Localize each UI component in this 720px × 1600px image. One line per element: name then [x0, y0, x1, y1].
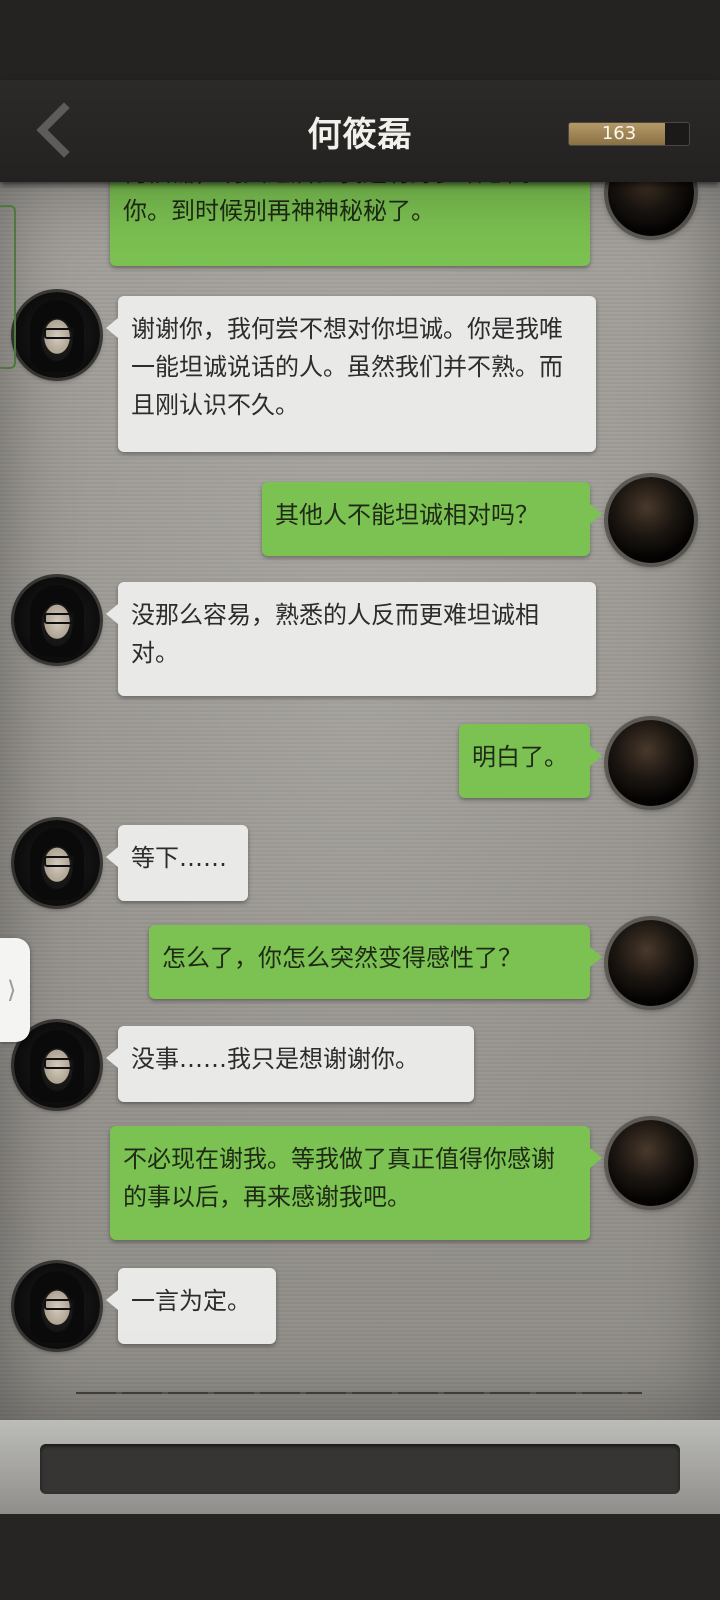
edge-panel-frame [0, 205, 16, 369]
message-bubble-npc: 一言为定。 [106, 1268, 276, 1344]
message-bubble-npc: 没那么容易，熟悉的人反而更难坦诚相对。 [106, 582, 596, 696]
chevron-right-icon: ⟩ [7, 976, 17, 1004]
player-avatar[interactable] [608, 920, 694, 1006]
chat-header: 何筱磊 163 [0, 80, 720, 182]
counter-value: 163 [601, 123, 637, 144]
message-text: 明白了。 [472, 743, 568, 771]
side-drawer-tab[interactable]: ⟩ [0, 938, 30, 1042]
message-bubble-player: 怎么了，你怎么突然变得感性了？ [149, 925, 602, 999]
message-text: 怎么了，你怎么突然变得感性了？ [162, 944, 522, 972]
message-text: 谢谢你，我何尝不想对你坦诚。你是我唯一能坦诚说话的人。虽然我们并不熟。而且刚认识… [131, 315, 563, 419]
bottom-nav-bar [0, 1514, 720, 1600]
affinity-counter: 163 [568, 122, 690, 146]
player-avatar[interactable] [608, 720, 694, 806]
message-bubble-npc: 没事……我只是想谢谢你。 [106, 1026, 474, 1102]
npc-avatar[interactable] [14, 292, 100, 378]
message-bubble-player: 明白了。 [459, 724, 602, 798]
message-bubble-player: 其他人不能坦诚相对吗？ [262, 482, 602, 556]
reply-input[interactable] [40, 1444, 680, 1494]
player-avatar[interactable] [608, 180, 694, 236]
divider [76, 1392, 642, 1394]
message-bubble-player: 何筱磊，明天之后。我还有好多话想问你。到时候别再神神秘秘了。 [110, 180, 602, 266]
message-text: 其他人不能坦诚相对吗？ [275, 501, 539, 529]
player-avatar[interactable] [608, 1120, 694, 1206]
message-bubble-npc: 谢谢你，我何尝不想对你坦诚。你是我唯一能坦诚说话的人。虽然我们并不熟。而且刚认识… [106, 296, 596, 452]
message-text: 一言为定。 [131, 1287, 251, 1315]
npc-avatar[interactable] [14, 577, 100, 663]
message-text: 没事……我只是想谢谢你。 [131, 1045, 419, 1073]
message-bubble-npc: 等下…… [106, 825, 248, 901]
message-text: 等下…… [131, 844, 227, 872]
message-text: 何筱磊，明天之后。我还有好多话想问你。到时候别再神神秘秘了。 [123, 180, 531, 225]
message-text: 没那么容易，熟悉的人反而更难坦诚相对。 [131, 601, 539, 667]
npc-avatar[interactable] [14, 1263, 100, 1349]
npc-avatar[interactable] [14, 820, 100, 906]
input-bar [0, 1420, 720, 1514]
message-bubble-player: 不必现在谢我。等我做了真正值得你感谢的事以后，再来感谢我吧。 [110, 1126, 602, 1240]
message-text: 不必现在谢我。等我做了真正值得你感谢的事以后，再来感谢我吧。 [123, 1145, 555, 1211]
player-avatar[interactable] [608, 477, 694, 563]
status-bar [0, 0, 720, 80]
chat-area[interactable]: 何筱磊，明天之后。我还有好多话想问你。到时候别再神神秘秘了。 谢谢你，我何尝不想… [0, 180, 720, 1420]
